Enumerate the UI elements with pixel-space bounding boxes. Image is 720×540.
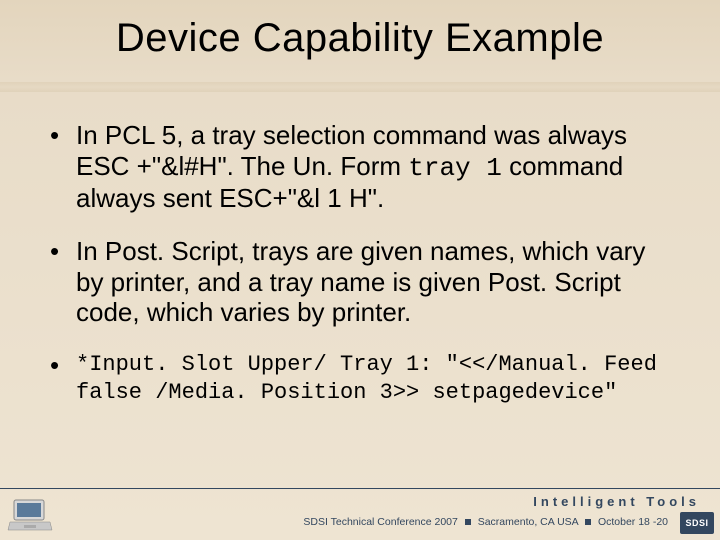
footer-info: SDSI Technical Conference 2007 Sacrament…: [303, 516, 668, 528]
laptop-icon: [6, 498, 54, 534]
footer-conf: SDSI Technical Conference 2007: [303, 516, 458, 528]
footer-tagline: Intelligent Tools: [533, 494, 700, 509]
footer-loc: Sacramento, CA USA: [478, 516, 578, 528]
header-band: [0, 82, 720, 92]
bullet-1: In PCL 5, a tray selection command was a…: [48, 120, 678, 214]
bullet-3-code: *Input. Slot Upper/ Tray 1: "<</Manual. …: [76, 352, 657, 405]
bullet-2: In Post. Script, trays are given names, …: [48, 236, 678, 328]
bullet-list: In PCL 5, a tray selection command was a…: [48, 120, 678, 406]
slide-title: Device Capability Example: [0, 16, 720, 61]
footer-divider: [0, 488, 720, 489]
bullet-3: *Input. Slot Upper/ Tray 1: "<</Manual. …: [48, 350, 678, 406]
bullet-1-code: tray 1: [408, 153, 502, 183]
sdsi-logo: SDSI: [680, 512, 714, 534]
separator-icon: [465, 519, 471, 525]
footer-dates: October 18 -20: [598, 516, 668, 528]
slide: Device Capability Example In PCL 5, a tr…: [0, 0, 720, 540]
separator-icon: [585, 519, 591, 525]
footer: Intelligent Tools SDSI Technical Confere…: [0, 488, 720, 540]
slide-body: In PCL 5, a tray selection command was a…: [48, 120, 678, 428]
